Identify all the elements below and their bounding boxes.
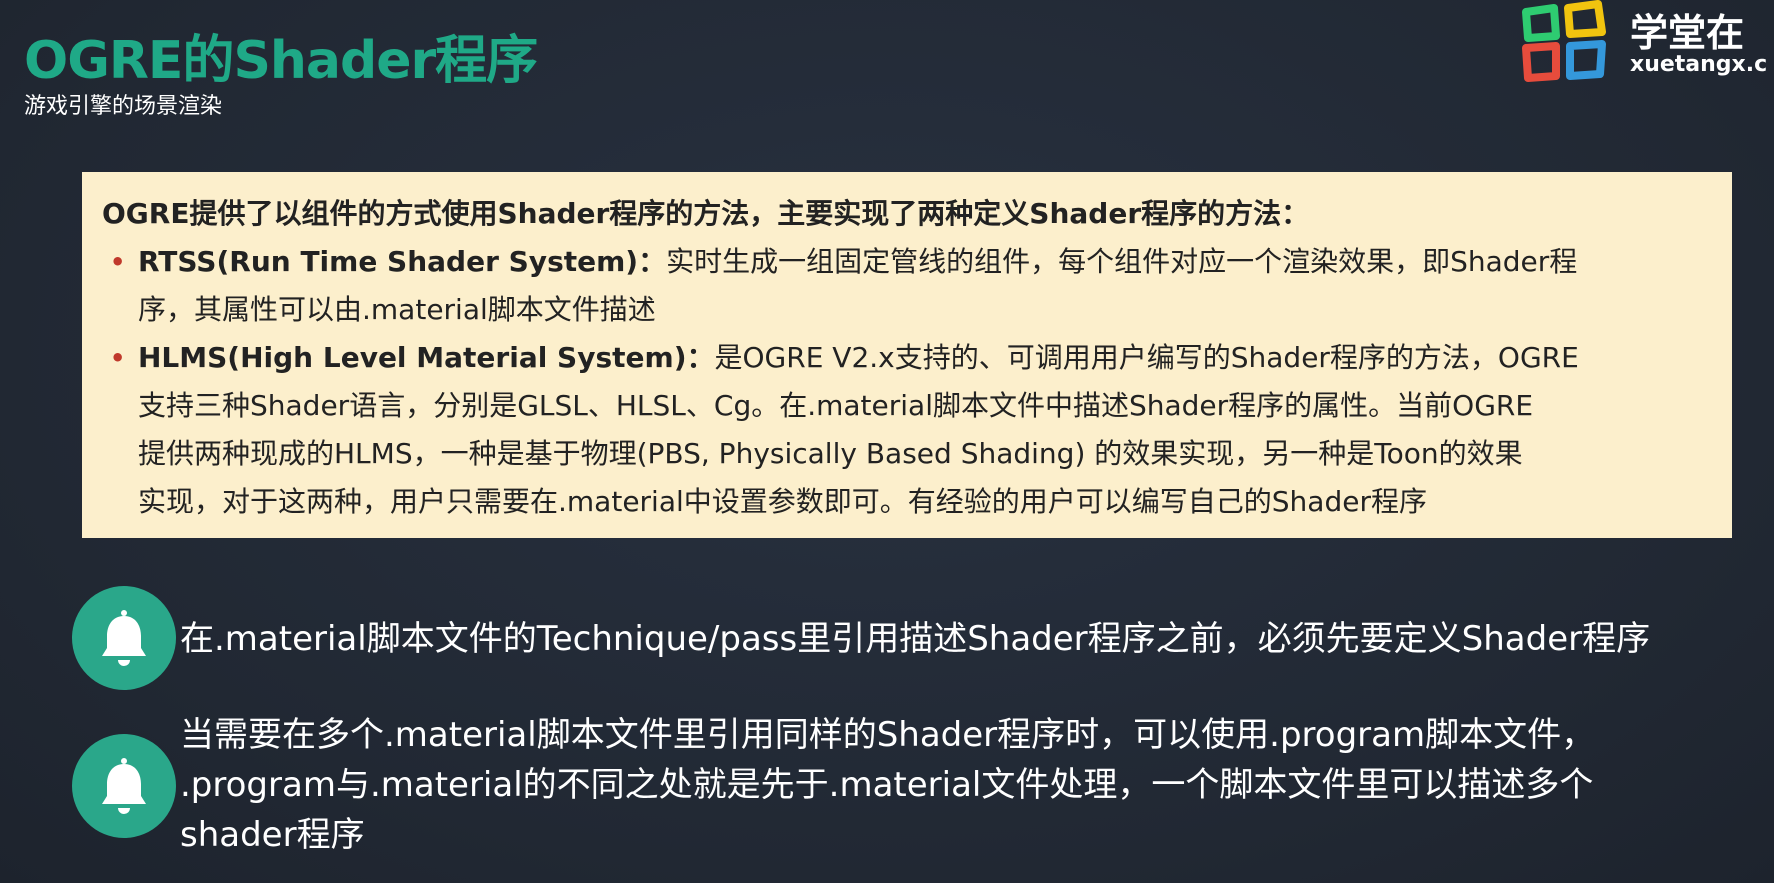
page-subtitle: 游戏引擎的场景渲染 (24, 94, 223, 119)
logo-name-cn: 学堂在 (1630, 11, 1745, 55)
note-define-shader: 在.material脚本文件的Technique/pass里引用描述Shader… (72, 586, 1762, 696)
bullet-separator: ： (686, 341, 715, 374)
bullet-line: HLMS(High Level Material System)：是OGRE V… (138, 334, 1704, 382)
bullet-line: 序，其属性可以由.material脚本文件描述 (138, 293, 656, 326)
bullet-line: 支持三种Shader语言，分别是GLSL、HLSL、Cg。在.material脚… (138, 389, 1534, 422)
bullet-rtss: • RTSS(Run Time Shader System)：实时生成一组固定管… (102, 238, 1704, 334)
note-line: .program与.material的不同之处就是先于.material文件处理… (180, 765, 1594, 805)
bullet-dot-icon: • (110, 344, 126, 372)
note-line: shader程序 (180, 815, 365, 855)
callout-box: OGRE提供了以组件的方式使用Shader程序的方法，主要实现了两种定义Shad… (82, 172, 1732, 538)
note-text: 在.material脚本文件的Technique/pass里引用描述Shader… (180, 614, 1650, 664)
slide: OGRE的Shader程序 游戏引擎的场景渲染 学堂在 xuetangx.c O… (0, 0, 1774, 883)
bell-icon (102, 610, 146, 666)
bullet-line: 实现，对于这两种，用户只需要在.material中设置参数即可。有经验的用户可以… (138, 485, 1427, 518)
note-text: 当需要在多个.material脚本文件里引用同样的Shader程序时，可以使用.… (180, 710, 1595, 860)
note-icon-circle (72, 734, 176, 838)
bullet-separator: ： (638, 245, 667, 278)
xuetangx-logo: 学堂在 xuetangx.c (1516, 0, 1774, 90)
logo-name-en: xuetangx.c (1630, 52, 1768, 77)
bullet-term: HLMS(High Level Material System) (138, 341, 687, 374)
xuetangx-logo-icon (1522, 0, 1606, 82)
bullet-dot-icon: • (110, 248, 126, 276)
note-line: 在.material脚本文件的Technique/pass里引用描述Shader… (180, 619, 1651, 659)
bullet-line: RTSS(Run Time Shader System)：实时生成一组固定管线的… (138, 238, 1704, 286)
bullet-hlms: • HLMS(High Level Material System)：是OGRE… (102, 334, 1704, 526)
bell-icon (102, 758, 146, 814)
bullet-line: 提供两种现成的HLMS，一种是基于物理(PBS, Physically Base… (138, 437, 1523, 470)
bullet-text: 是OGRE V2.x支持的、可调用用户编写的Shader程序的方法，OGRE (714, 341, 1579, 374)
page-title: OGRE的Shader程序 (24, 31, 538, 91)
note-icon-circle (72, 586, 176, 690)
note-line: 当需要在多个.material脚本文件里引用同样的Shader程序时，可以使用.… (180, 715, 1596, 755)
bullet-text: 实时生成一组固定管线的组件，每个组件对应一个渲染效果，即Shader程 (666, 245, 1578, 278)
bullet-term: RTSS(Run Time Shader System) (138, 245, 639, 278)
callout-intro: OGRE提供了以组件的方式使用Shader程序的方法，主要实现了两种定义Shad… (102, 197, 1310, 230)
note-program-file: 当需要在多个.material脚本文件里引用同样的Shader程序时，可以使用.… (72, 715, 1762, 876)
